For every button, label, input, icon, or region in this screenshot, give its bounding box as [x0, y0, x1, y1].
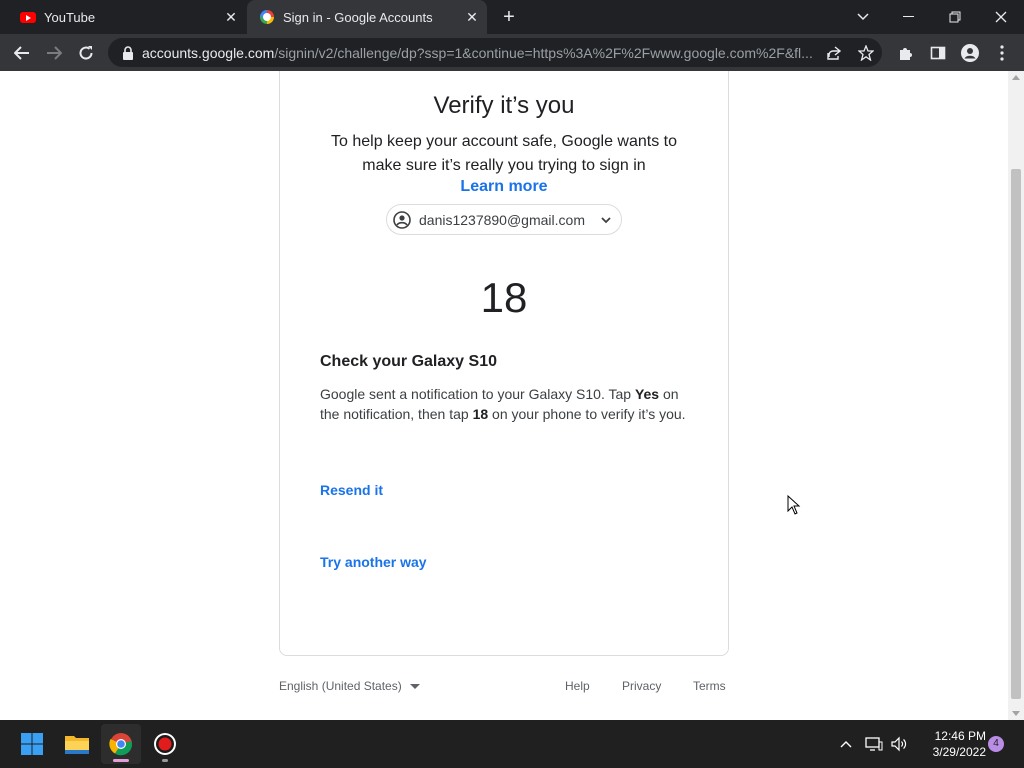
url-text: accounts.google.com/signin/v2/challenge/… — [142, 44, 813, 61]
help-link[interactable]: Help — [565, 679, 590, 693]
youtube-icon — [20, 9, 36, 25]
record-app-icon[interactable] — [145, 724, 185, 764]
privacy-link[interactable]: Privacy — [622, 679, 661, 693]
terms-link[interactable]: Terms — [693, 679, 726, 693]
tab-youtube[interactable]: YouTube ✕ — [8, 0, 246, 34]
bookmark-star-icon[interactable] — [852, 39, 880, 67]
back-icon[interactable] — [8, 39, 36, 67]
address-bar[interactable]: accounts.google.com/signin/v2/challenge/… — [108, 38, 882, 67]
reload-icon[interactable] — [72, 39, 100, 67]
learn-more-link[interactable]: Learn more — [280, 178, 728, 196]
network-icon[interactable] — [862, 720, 886, 768]
lock-icon[interactable] — [122, 45, 136, 60]
language-selector[interactable]: English (United States) — [279, 679, 420, 693]
language-label: English (United States) — [279, 679, 402, 693]
tab-google-accounts[interactable]: Sign in - Google Accounts ✕ — [247, 0, 487, 34]
page-scrollbar[interactable] — [1008, 71, 1024, 720]
tab-title: Sign in - Google Accounts — [283, 9, 433, 25]
menu-dots-icon[interactable] — [988, 39, 1016, 67]
check-device-title: Check your Galaxy S10 — [320, 353, 497, 370]
close-tab-icon[interactable]: ✕ — [220, 6, 242, 28]
windows-taskbar: 12:46 PM 3/29/2022 — [0, 720, 1024, 768]
page-content: Verify it’s you To help keep your accoun… — [0, 71, 1008, 720]
volume-icon[interactable] — [887, 720, 911, 768]
close-window-button[interactable] — [978, 0, 1024, 34]
page-footer: English (United States) Help Privacy Ter… — [279, 679, 729, 699]
scroll-down-icon[interactable] — [1012, 711, 1020, 716]
running-app-indicator — [162, 759, 168, 762]
notification-description: Google sent a notification to your Galax… — [320, 386, 686, 422]
account-circle-icon — [393, 210, 411, 229]
resend-button[interactable]: Resend it — [320, 482, 383, 498]
page-title: Verify it’s you — [433, 92, 575, 119]
forward-icon[interactable] — [40, 39, 68, 67]
browser-toolbar: accounts.google.com/signin/v2/challenge/… — [0, 34, 1024, 71]
clock-date: 3/29/2022 — [932, 745, 986, 759]
new-tab-button[interactable]: + — [498, 6, 520, 28]
clock-time: 12:46 PM — [934, 729, 986, 743]
side-panel-icon[interactable] — [924, 39, 952, 67]
show-hidden-icons-chevron[interactable] — [836, 720, 856, 768]
verify-card: Verify it’s you To help keep your accoun… — [279, 71, 729, 656]
restore-button[interactable] — [932, 0, 978, 34]
chrome-taskbar-icon[interactable] — [101, 724, 141, 764]
close-tab-icon[interactable]: ✕ — [461, 6, 483, 28]
tab-strip: YouTube ✕ Sign in - Google Accounts ✕ + — [0, 0, 1024, 34]
google-icon — [259, 9, 275, 25]
page-subtext: To help keep your account safe, Google w… — [331, 133, 677, 174]
tab-title: YouTube — [44, 9, 96, 25]
verification-number: 18 — [480, 274, 528, 321]
account-email: danis1237890@gmail.com — [419, 211, 585, 228]
scroll-up-icon[interactable] — [1012, 75, 1020, 80]
tab-search-icon[interactable] — [840, 0, 886, 34]
mouse-cursor-icon — [787, 495, 801, 515]
windows-start-icon[interactable] — [12, 724, 52, 764]
chevron-down-icon — [599, 213, 613, 227]
account-chip[interactable]: danis1237890@gmail.com — [386, 204, 622, 235]
active-app-indicator — [113, 759, 129, 762]
try-another-way-button[interactable]: Try another way — [320, 554, 427, 570]
file-explorer-icon[interactable] — [57, 724, 97, 764]
taskbar-clock[interactable]: 12:46 PM 3/29/2022 — [912, 728, 986, 760]
extensions-icon[interactable] — [892, 39, 920, 67]
dropdown-caret-icon — [409, 683, 420, 689]
profile-icon[interactable] — [956, 39, 984, 67]
scrollbar-thumb[interactable] — [1011, 169, 1021, 699]
notification-badge[interactable]: 4 — [988, 736, 1004, 752]
minimize-button[interactable] — [886, 0, 932, 34]
share-icon[interactable] — [820, 39, 848, 67]
